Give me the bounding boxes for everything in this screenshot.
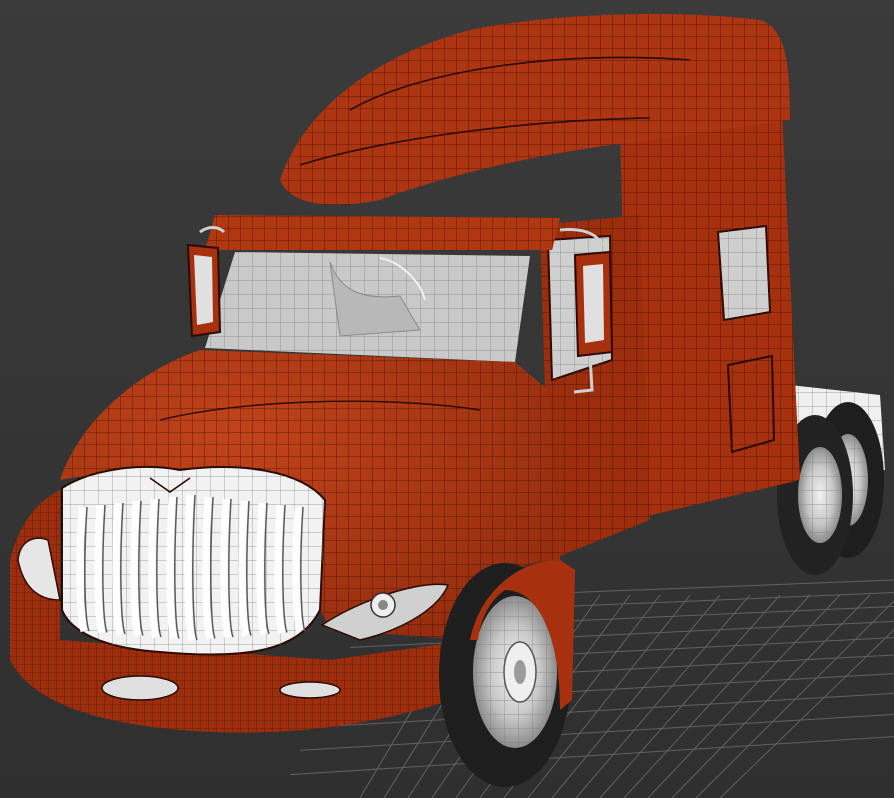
windshield [205,252,530,362]
scene-canvas[interactable] [0,0,894,798]
grille [61,465,327,656]
viewport-3d[interactable] [0,0,894,798]
sun-visor [205,215,560,250]
